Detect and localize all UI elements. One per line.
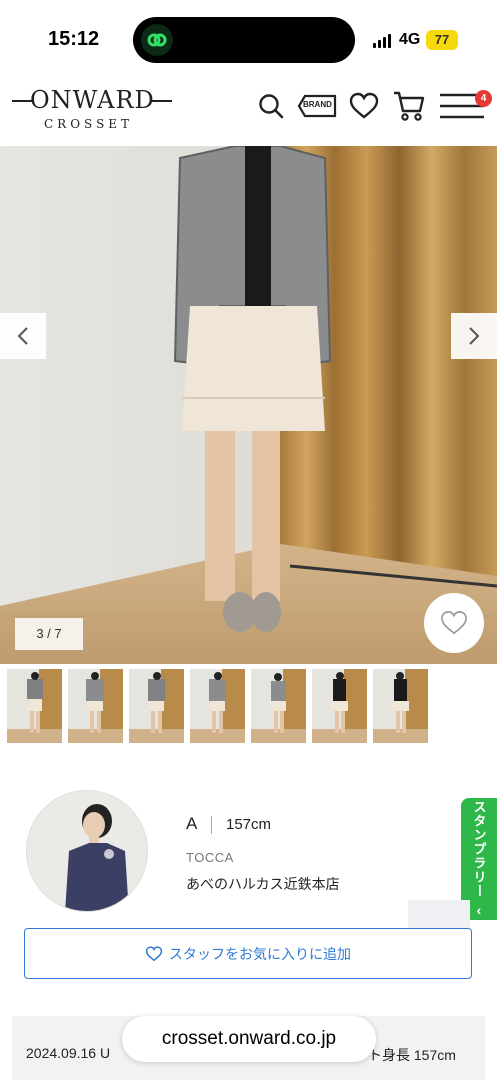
- favorite-button[interactable]: [424, 593, 484, 653]
- staff-brand[interactable]: TOCCA: [186, 850, 234, 865]
- signal-icon: [373, 34, 393, 48]
- chevron-left-icon: [17, 327, 28, 345]
- main-product-image[interactable]: 3 / 7: [0, 146, 497, 664]
- staff-divider: [211, 816, 212, 834]
- browser-url-bar[interactable]: crosset.onward.co.jp: [122, 1016, 376, 1062]
- site-header: ONWARD CROSSET BRAND 4: [0, 80, 497, 146]
- status-bar: 15:12 4G 77: [0, 0, 497, 80]
- chevron-left-icon: ‹: [476, 902, 482, 918]
- onward-crosset-logo[interactable]: ONWARD CROSSET: [12, 84, 172, 134]
- staff-height: 157cm: [226, 816, 272, 833]
- thumbnail-6[interactable]: [312, 669, 367, 743]
- brand-tag-label: BRAND: [303, 100, 332, 109]
- thumbnail-4[interactable]: [190, 669, 245, 743]
- thumbnail-7[interactable]: [373, 669, 428, 743]
- logo-sub-text: CROSSET: [44, 117, 134, 131]
- logo-main-text: ONWARD: [30, 86, 155, 114]
- post-height: ト身長 157cm: [368, 1047, 456, 1063]
- url-text: crosset.onward.co.jp: [161, 1028, 337, 1049]
- thumbnail-strip: [0, 669, 497, 745]
- heart-outline-icon: [145, 945, 163, 961]
- brand-tag-icon[interactable]: BRAND: [297, 88, 337, 124]
- chevron-right-icon: [469, 327, 480, 345]
- heart-outline-icon: [441, 611, 467, 635]
- network-label: 4G: [399, 31, 421, 48]
- staff-avatar[interactable]: [26, 790, 148, 912]
- thumbnail-5[interactable]: [251, 669, 306, 743]
- stamp-rally-label: スタンプラリー: [471, 800, 487, 898]
- staff-name: A: [186, 814, 198, 833]
- post-date: 2024.09.16 U: [26, 1045, 111, 1061]
- thumbnail-2[interactable]: [68, 669, 123, 743]
- menu-badge: 4: [475, 90, 492, 107]
- add-staff-favorite-button[interactable]: スタッフをお気に入りに追加: [24, 928, 472, 979]
- link-icon: [141, 24, 173, 56]
- prev-image-button[interactable]: [0, 313, 46, 359]
- heart-icon[interactable]: [348, 88, 380, 124]
- staff-store[interactable]: あべのハルカス近鉄本店: [186, 874, 340, 894]
- next-image-button[interactable]: [451, 313, 497, 359]
- cart-icon[interactable]: [392, 88, 426, 124]
- thumbnail-1[interactable]: [7, 669, 62, 743]
- thumbnail-3[interactable]: [129, 669, 184, 743]
- battery-icon: 77: [426, 30, 458, 50]
- outfit-photo: [0, 146, 497, 664]
- search-icon[interactable]: [254, 88, 288, 124]
- image-counter: 3 / 7: [15, 618, 83, 650]
- dynamic-island: [133, 17, 355, 63]
- add-staff-favorite-label: スタッフをお気に入りに追加: [169, 945, 351, 962]
- status-time: 15:12: [48, 28, 100, 50]
